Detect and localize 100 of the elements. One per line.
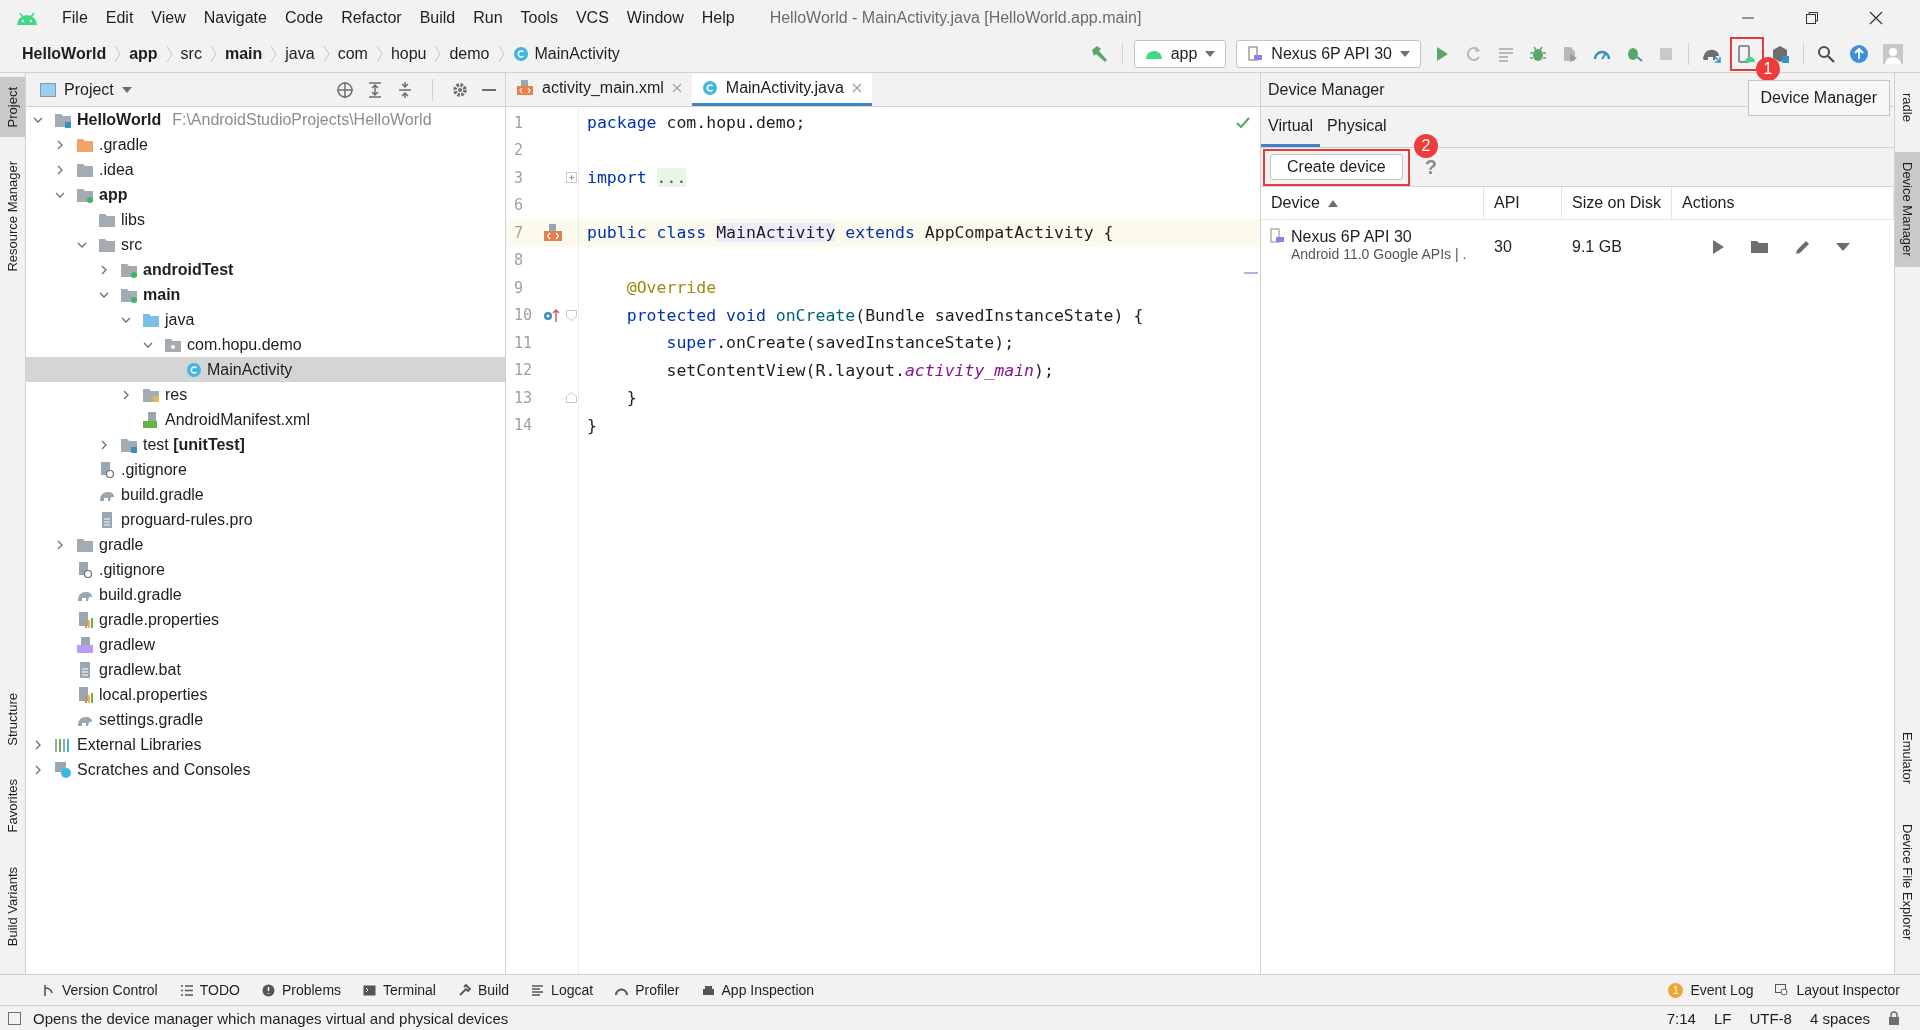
editor-tab[interactable]: activity_main.xml	[506, 73, 692, 106]
device-dropdown[interactable]: Nexus 6P API 30	[1236, 39, 1421, 68]
breadcrumb[interactable]: src	[172, 44, 210, 63]
tree-item[interactable]: .gradle	[26, 132, 505, 157]
fold-start-icon[interactable]	[566, 309, 578, 321]
tree-item[interactable]: com.hopu.demo	[26, 332, 505, 357]
tree-item[interactable]: test [unitTest]	[26, 432, 505, 457]
editor-tab[interactable]: MainActivity.java	[691, 73, 872, 106]
crosshair-icon[interactable]	[336, 80, 354, 99]
tree-item[interactable]: External Libraries	[26, 732, 505, 757]
status-item[interactable]: UTF-8	[1749, 1009, 1792, 1027]
pencil-icon[interactable]	[1794, 238, 1812, 256]
tree-item[interactable]: gradlew	[26, 632, 505, 657]
breadcrumb[interactable]: HelloWorld	[14, 44, 115, 63]
menu-item[interactable]: Help	[692, 8, 744, 27]
override-icon[interactable]	[543, 307, 562, 324]
menu-item[interactable]: VCS	[566, 8, 618, 27]
folder-icon[interactable]	[1750, 239, 1770, 255]
column-header[interactable]: API	[1484, 187, 1562, 220]
restore-icon[interactable]	[1805, 10, 1819, 25]
tool-window-button[interactable]: Terminal	[363, 982, 436, 998]
menu-item[interactable]: Run	[464, 8, 512, 27]
chevron-icon[interactable]	[55, 139, 65, 150]
package-icon[interactable]	[1770, 43, 1790, 64]
tree-item[interactable]: src	[26, 232, 505, 257]
tree-item[interactable]: MainActivity	[26, 357, 505, 382]
tool-window-tab[interactable]: Emulator	[1895, 721, 1920, 794]
tree-item[interactable]: proguard-rules.pro	[26, 507, 505, 532]
bug-icon[interactable]	[1529, 44, 1547, 63]
tree-item[interactable]: gradle	[26, 532, 505, 557]
tree-item[interactable]: gradle.properties	[26, 607, 505, 632]
tree-item[interactable]: main	[26, 282, 505, 307]
tree-item[interactable]: .gitignore	[26, 557, 505, 582]
tree-item[interactable]: AndroidManifest.xml	[26, 407, 505, 432]
column-header[interactable]: Actions	[1672, 187, 1894, 220]
tool-window-button[interactable]: Logcat	[531, 982, 594, 998]
panel-title-dropdown[interactable]: Project	[40, 80, 132, 99]
menu-item[interactable]: Navigate	[194, 8, 276, 27]
tool-window-button[interactable]: Layout Inspector	[1775, 982, 1900, 998]
play-icon[interactable]	[1710, 239, 1726, 255]
menu-item[interactable]: Refactor	[332, 8, 411, 27]
menu-item[interactable]: Window	[617, 8, 693, 27]
tool-window-button[interactable]: Build	[457, 982, 510, 998]
layout-file-icon[interactable]	[543, 223, 564, 242]
caret-icon[interactable]	[1836, 243, 1850, 251]
tree-item[interactable]: gradlew.bat	[26, 657, 505, 682]
tree-item[interactable]: java	[26, 307, 505, 332]
column-header[interactable]: Device	[1261, 187, 1484, 220]
tool-window-tab[interactable]: Resource Manager	[0, 151, 25, 283]
lock-icon[interactable]	[1888, 1011, 1900, 1025]
tool-window-tab[interactable]: Project	[0, 77, 25, 138]
close-icon[interactable]	[1869, 10, 1883, 25]
chevron-icon[interactable]	[55, 539, 65, 550]
collapse-all-icon[interactable]	[396, 80, 414, 99]
chevron-icon[interactable]	[33, 739, 43, 750]
search-icon[interactable]	[1817, 44, 1835, 63]
tool-window-tab[interactable]: Favorites	[0, 769, 25, 843]
chevron-icon[interactable]	[33, 764, 43, 775]
run-configuration-dropdown[interactable]: app	[1133, 39, 1227, 68]
menu-item[interactable]: Tools	[511, 8, 567, 27]
status-item[interactable]: 7:14	[1666, 1009, 1696, 1027]
tool-window-tab[interactable]: Device File Explorer	[1895, 813, 1920, 950]
chevron-icon[interactable]	[121, 389, 131, 400]
panel-toggle-icon[interactable]	[8, 1011, 21, 1025]
status-item[interactable]: 4 spaces	[1809, 1009, 1870, 1027]
tool-window-tab[interactable]: Structure	[0, 682, 25, 756]
breadcrumb[interactable]: demo	[441, 44, 498, 63]
chevron-icon[interactable]	[55, 164, 65, 175]
menu-item[interactable]: Build	[410, 8, 465, 27]
tree-item[interactable]: settings.gradle	[26, 707, 505, 732]
create-device-button[interactable]: Create device	[1270, 154, 1403, 180]
menu-item[interactable]: File	[53, 8, 97, 27]
tree-item[interactable]: HelloWorld F:\AndroidStudioProjects\HelloWorld	[26, 107, 505, 132]
breadcrumb[interactable]: java	[277, 44, 323, 63]
tool-window-tab[interactable]: radle	[1895, 83, 1920, 132]
breadcrumb[interactable]: main	[216, 44, 271, 63]
settings-icon[interactable]	[451, 80, 469, 99]
breadcrumb[interactable]: com	[329, 44, 376, 63]
tree-item[interactable]: .gitignore	[26, 457, 505, 482]
tool-window-tab[interactable]: Build Variants	[0, 856, 25, 956]
tree-item[interactable]: .idea	[26, 157, 505, 182]
fold-plus-icon[interactable]	[566, 172, 578, 184]
tree-item[interactable]: Scratches and Consoles	[26, 757, 505, 782]
menu-item[interactable]: Edit	[96, 8, 143, 27]
update-icon[interactable]	[1849, 43, 1869, 64]
chevron-icon[interactable]	[99, 439, 109, 450]
tree-item[interactable]: androidTest	[26, 257, 505, 282]
tool-window-button[interactable]: Version Control	[42, 982, 158, 998]
column-header[interactable]: Size on Disk	[1562, 187, 1672, 220]
tree-item[interactable]: local.properties	[26, 682, 505, 707]
tool-window-button[interactable]: 1 Event Log	[1668, 982, 1754, 998]
tree-item[interactable]: build.gradle	[26, 482, 505, 507]
breadcrumb[interactable]: MainActivity	[504, 44, 628, 63]
breadcrumb[interactable]: app	[121, 44, 166, 63]
tree-item[interactable]: app	[26, 182, 505, 207]
tree-item[interactable]: res	[26, 382, 505, 407]
tool-window-tab[interactable]: Device Manager	[1895, 151, 1920, 267]
status-item[interactable]: LF	[1713, 1009, 1732, 1027]
expand-all-icon[interactable]	[366, 80, 384, 99]
tab[interactable]: Physical	[1320, 107, 1394, 147]
